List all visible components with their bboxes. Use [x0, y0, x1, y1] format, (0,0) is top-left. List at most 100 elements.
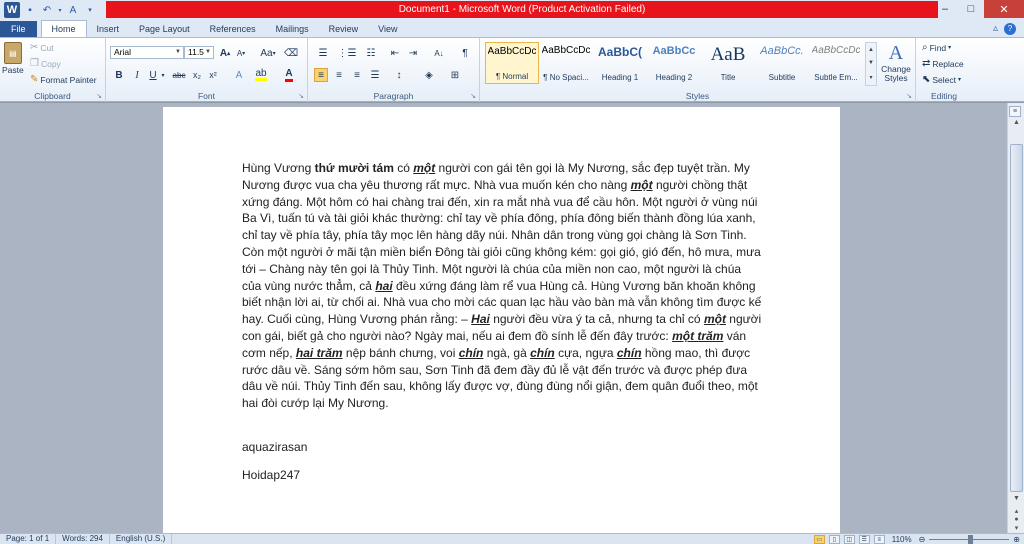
borders-icon[interactable]: ⊞ — [448, 68, 462, 82]
style-heading-2[interactable]: AaBbCc Heading 2 — [647, 42, 701, 84]
font-launcher-icon[interactable]: ↘ — [298, 92, 304, 100]
style-subtle-emphasis[interactable]: AaBbCcDc Subtle Em... — [809, 42, 863, 84]
numbering-icon[interactable]: ⋮☰ — [338, 46, 357, 60]
grow-font-icon[interactable]: A ▴ — [218, 46, 232, 60]
zoom-slider-knob[interactable] — [967, 535, 973, 544]
paste-label: Paste — [2, 65, 24, 75]
undo-icon[interactable]: ↶ — [40, 3, 54, 17]
styles-gallery-scroll[interactable]: ▲ ▼ ▾ — [865, 42, 877, 86]
full-screen-reading-view-icon[interactable]: ▯ — [828, 535, 840, 544]
tab-view[interactable]: View — [368, 21, 407, 37]
subscript-button[interactable]: x₂ — [190, 68, 204, 82]
paragraph-2[interactable]: aquazirasan — [242, 439, 307, 456]
tab-references[interactable]: References — [200, 21, 266, 37]
font-name-box[interactable]: Arial ▼ — [110, 46, 184, 59]
style-subtitle[interactable]: AaBbCc. Subtitle — [755, 42, 809, 84]
line-spacing-icon[interactable]: ↕ — [392, 68, 406, 82]
multilevel-list-icon[interactable]: ☷ — [364, 46, 378, 60]
text-effects-icon[interactable]: A — [232, 68, 246, 82]
clipboard-icon: ▤ — [3, 42, 22, 64]
zoom-level[interactable]: 110% — [889, 535, 915, 544]
save-icon[interactable]: ▪ — [23, 3, 37, 17]
styles-launcher-icon[interactable]: ↘ — [906, 92, 912, 100]
paragraph-3[interactable]: Hoidap247 — [242, 467, 300, 484]
paragraph-1[interactable]: Hùng Vương thứ mười tám có một người con… — [242, 160, 762, 412]
page-count[interactable]: Page: 1 of 1 — [0, 534, 57, 544]
scroll-down-icon[interactable]: ▼ — [1011, 495, 1022, 507]
align-left-icon[interactable]: ≡ — [314, 68, 328, 82]
scroll-thumb[interactable] — [1010, 144, 1023, 492]
zoom-out-icon[interactable]: ⊖ — [919, 535, 926, 544]
align-right-icon[interactable]: ≡ — [350, 68, 364, 82]
increase-indent-icon[interactable]: ⇥ — [406, 46, 420, 60]
tab-review[interactable]: Review — [319, 21, 369, 37]
show-formatting-marks-button[interactable]: ¶ — [458, 46, 472, 60]
justify-icon[interactable]: ☰ — [368, 68, 382, 82]
style-heading-1[interactable]: AaBbC( Heading 1 — [593, 42, 647, 84]
minimize-button[interactable]: – — [932, 0, 958, 18]
tab-page-layout[interactable]: Page Layout — [129, 21, 200, 37]
customize-qat-icon[interactable]: ▾ — [83, 3, 97, 17]
undo-dropdown-icon[interactable]: ▾ — [57, 3, 63, 17]
sort-icon[interactable]: A↓ — [432, 46, 446, 60]
font-color-icon[interactable]: A — [282, 68, 296, 82]
tab-insert[interactable]: Insert — [87, 21, 130, 37]
cut-button[interactable]: ✂ Cut — [30, 42, 54, 53]
copy-button[interactable]: ❐ Copy — [30, 58, 61, 69]
web-layout-view-icon[interactable]: ◫ — [843, 535, 855, 544]
find-button[interactable]: ⌕ Find ▾ — [922, 42, 951, 53]
underline-dropdown-icon[interactable]: ▾ — [159, 68, 167, 82]
print-layout-view-icon[interactable]: ▭ — [813, 535, 825, 544]
style-sample: AaBbCcDc — [487, 46, 537, 57]
gallery-more-icon[interactable]: ▾ — [869, 74, 872, 81]
gallery-up-icon[interactable]: ▲ — [868, 47, 874, 53]
shading-icon[interactable]: ◈ — [422, 68, 436, 82]
scroll-up-icon[interactable]: ▲ — [1011, 119, 1022, 131]
outline-view-icon[interactable]: ☰ — [858, 535, 870, 544]
vertical-scrollbar[interactable]: ▲ ▼ ▴ ● ▾ — [1007, 103, 1024, 533]
style-title[interactable]: AaB Title — [701, 42, 755, 84]
gallery-down-icon[interactable]: ▼ — [868, 60, 874, 66]
bold-button[interactable]: B — [112, 68, 126, 82]
zoom-in-icon[interactable]: ⊕ — [1013, 535, 1020, 544]
tab-home[interactable]: Home — [40, 20, 87, 37]
draft-view-icon[interactable]: ≡ — [873, 535, 885, 544]
tab-mailings[interactable]: Mailings — [266, 21, 319, 37]
style-normal[interactable]: AaBbCcDc ¶ Normal — [485, 42, 539, 84]
underline-button[interactable]: U — [146, 68, 160, 82]
minimize-ribbon-icon[interactable]: ▵ — [993, 23, 998, 34]
style-no-spacing[interactable]: AaBbCcDc ¶ No Spaci... — [539, 42, 593, 84]
replace-button[interactable]: ⇄ Replace — [922, 58, 964, 69]
clipboard-launcher-icon[interactable]: ↘ — [96, 92, 102, 100]
document-body[interactable]: Hùng Vương thứ mười tám có một người con… — [242, 160, 762, 482]
superscript-button[interactable]: x² — [206, 68, 220, 82]
font-size-box[interactable]: 11.5 ▼ — [184, 46, 214, 59]
paragraph-launcher-icon[interactable]: ↘ — [470, 92, 476, 100]
zoom-slider[interactable] — [929, 535, 1010, 544]
select-label: Select — [932, 74, 957, 85]
select-button[interactable]: ⬉ Select ▾ — [922, 74, 961, 85]
tab-file[interactable]: File — [0, 21, 37, 37]
decrease-indent-icon[interactable]: ⇤ — [388, 46, 402, 60]
close-button[interactable]: ✕ — [984, 0, 1024, 18]
word-count[interactable]: Words: 294 — [56, 534, 110, 544]
shrink-font-icon[interactable]: A ▾ — [234, 46, 248, 60]
clear-formatting-icon[interactable]: ⌫ — [284, 46, 298, 60]
redo-icon[interactable]: A — [66, 3, 80, 17]
align-center-icon[interactable]: ≡ — [332, 68, 346, 82]
proofing-language[interactable]: English (U.S.) — [110, 534, 173, 544]
paste-button[interactable]: ▤ Paste — [2, 42, 24, 75]
text-run: người chồng thật xứng đáng. Một hôm có h… — [242, 177, 761, 293]
change-case-button[interactable]: Aa ▾ — [258, 46, 278, 60]
word-logo-icon[interactable]: W — [4, 2, 20, 18]
strikethrough-button[interactable]: abc — [170, 68, 188, 82]
highlight-icon[interactable]: ab — [254, 68, 268, 82]
style-name: Heading 1 — [601, 73, 639, 82]
change-styles-button[interactable]: A Change Styles — [880, 42, 912, 83]
format-painter-button[interactable]: ✎ Format Painter — [30, 74, 97, 85]
bullets-icon[interactable]: ☰ — [316, 46, 330, 60]
help-icon[interactable]: ? — [1004, 22, 1016, 35]
italic-button[interactable]: I — [130, 68, 144, 82]
maximize-button[interactable]: □ — [958, 0, 984, 18]
view-ruler-icon[interactable]: ≡ — [1009, 106, 1021, 117]
